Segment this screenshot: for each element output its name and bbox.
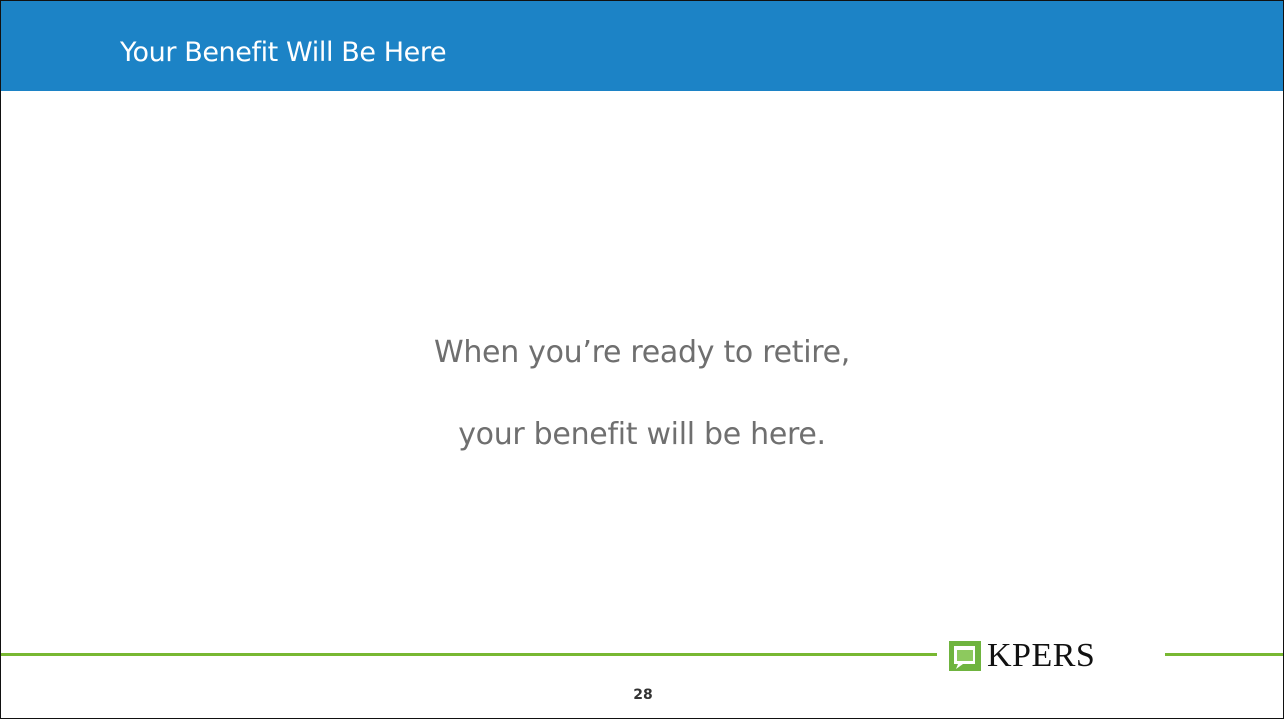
slide: Your Benefit Will Be Here When you’re re… <box>0 0 1284 719</box>
message-line-2: your benefit will be here. <box>458 417 826 452</box>
slide-title: Your Benefit Will Be Here <box>120 37 447 68</box>
footer-rule-left <box>1 653 937 656</box>
title-bar: Your Benefit Will Be Here <box>1 1 1283 91</box>
footer-rule-right <box>1165 653 1283 656</box>
message-line-1: When you’re ready to retire, <box>433 335 850 370</box>
page-number: 28 <box>633 687 653 703</box>
kpers-logo-text: KPERS <box>987 637 1096 674</box>
kpers-leaf-icon <box>949 641 981 671</box>
kpers-logo: KPERS <box>949 633 1157 679</box>
